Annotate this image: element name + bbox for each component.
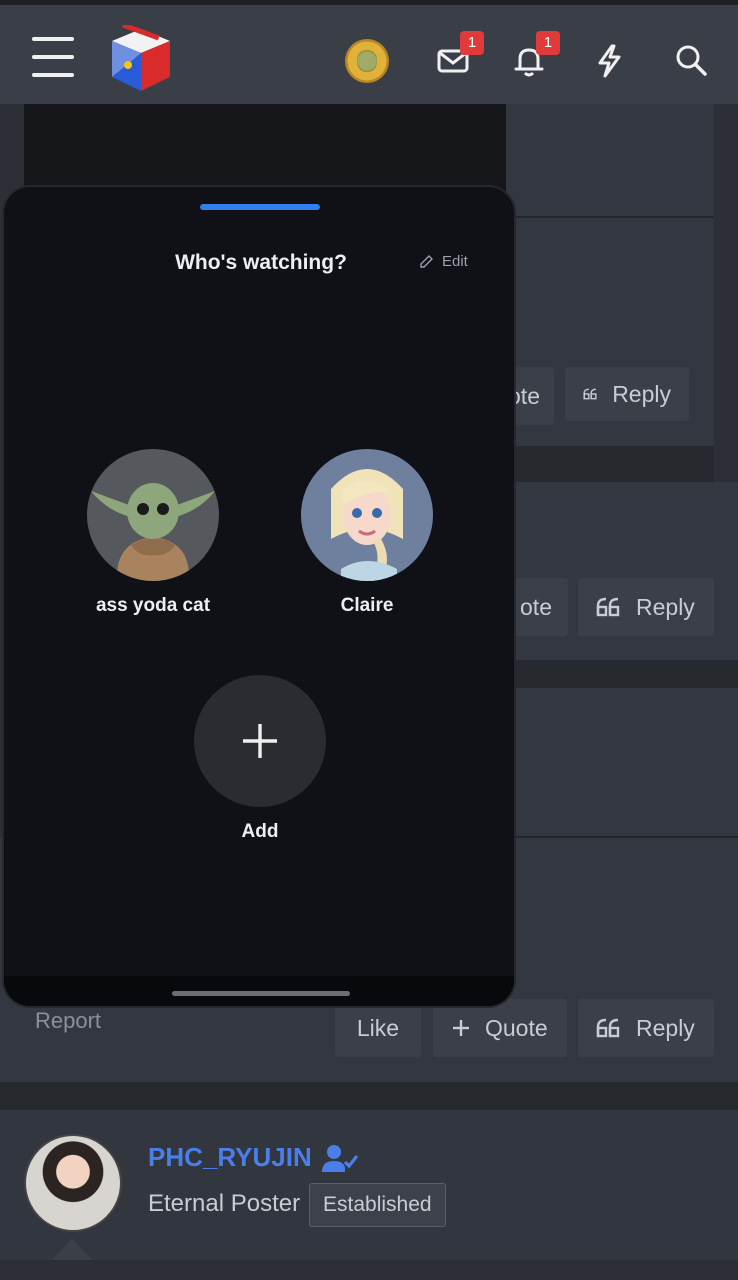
reply-label: Reply <box>636 1014 695 1041</box>
profile-avatar <box>301 449 433 581</box>
quote-marks-icon <box>583 388 597 400</box>
messages-badge: 1 <box>460 31 484 55</box>
verified-user-icon <box>322 1145 358 1172</box>
profile-name: ass yoda cat <box>95 595 211 616</box>
avatar-coin-icon[interactable] <box>345 39 389 83</box>
edit-profiles-button[interactable]: Edit <box>418 253 468 270</box>
quote-label: Quote <box>485 1014 548 1041</box>
profile-name: Claire <box>340 595 394 616</box>
add-label: Add <box>241 821 279 842</box>
home-indicator <box>172 991 350 996</box>
alerts-button[interactable]: 1 <box>510 31 560 81</box>
profile-avatar <box>87 449 219 581</box>
pencil-icon <box>420 254 433 268</box>
user-role-badge: Established <box>309 1183 446 1227</box>
user-title: Eternal Poster <box>148 1190 301 1217</box>
quote-marks-icon <box>596 1018 620 1038</box>
reply-button[interactable]: Reply <box>565 367 689 421</box>
profile-card[interactable]: Claire <box>282 449 452 617</box>
reply-label: Reply <box>636 593 695 620</box>
report-link[interactable]: Report <box>35 1008 101 1034</box>
site-logo[interactable] <box>106 25 176 95</box>
avatar-pointer <box>52 1238 92 1260</box>
yoda-avatar-image <box>87 449 219 581</box>
plus-icon <box>243 724 277 758</box>
drag-handle[interactable] <box>200 204 320 210</box>
sheet-footer <box>4 976 514 1006</box>
reply-label: Reply <box>612 380 671 407</box>
elsa-avatar-image <box>301 449 433 581</box>
add-profile-circle <box>194 675 326 807</box>
post-divider <box>0 1082 738 1110</box>
quote-marks-icon <box>596 597 620 617</box>
profile-picker-sheet: Who's watching? Edit ass yoda cat Claire… <box>2 185 516 1008</box>
whats-new-button[interactable] <box>590 41 630 81</box>
messages-button[interactable]: 1 <box>434 31 484 81</box>
reply-button[interactable]: Reply <box>578 999 714 1057</box>
profile-card[interactable]: ass yoda cat <box>68 449 238 617</box>
reply-button[interactable]: Reply <box>578 578 714 636</box>
quote-label: ote <box>520 593 552 620</box>
menu-icon[interactable] <box>32 37 74 77</box>
post-body <box>506 104 714 216</box>
post-media-area <box>24 104 506 194</box>
top-navigation-bar: 1 1 <box>0 0 738 104</box>
post-body <box>506 688 738 836</box>
username-link[interactable]: PHC_RYUJIN <box>148 1142 312 1173</box>
add-profile-button[interactable]: Add <box>175 675 345 843</box>
plus-icon <box>453 1020 469 1036</box>
lightning-bolt-icon <box>598 44 621 78</box>
search-icon <box>676 45 707 76</box>
like-label: Like <box>356 1014 400 1041</box>
search-button[interactable] <box>672 41 712 81</box>
alerts-badge: 1 <box>536 31 560 55</box>
user-avatar[interactable] <box>24 1134 122 1232</box>
edit-label: Edit <box>442 253 468 270</box>
